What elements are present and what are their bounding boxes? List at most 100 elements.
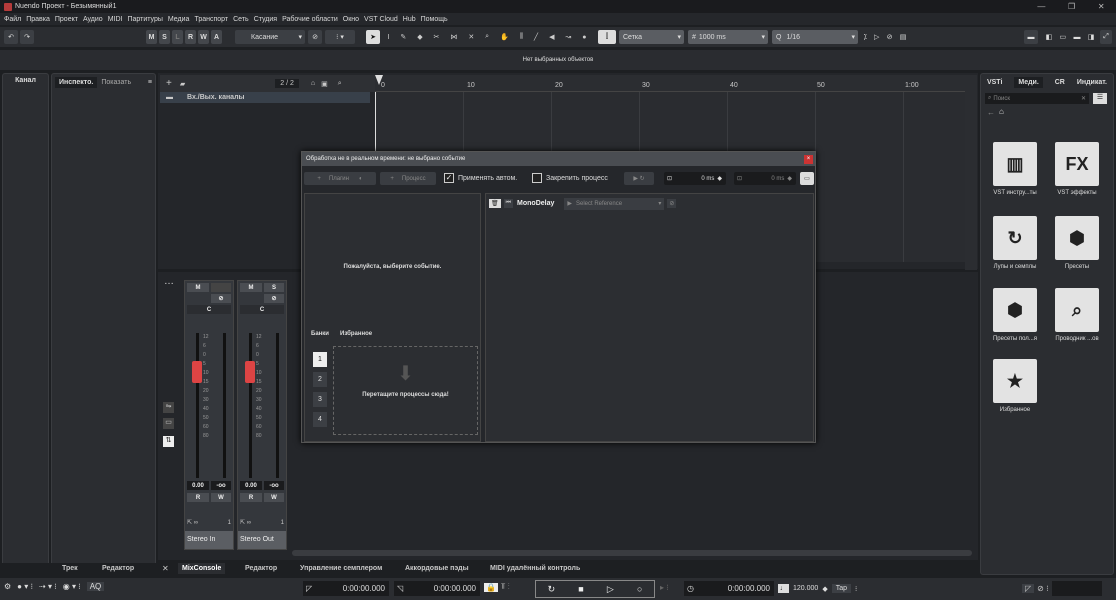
menu-item[interactable]: Рабочие области (282, 16, 338, 23)
bank-button-1[interactable]: 1 (313, 352, 327, 367)
timeline-ruler[interactable]: 0 10 20 30 40 50 1:00 (375, 75, 965, 92)
home-icon[interactable]: ⌂ (999, 107, 1004, 116)
menu-item[interactable]: Аудио (83, 16, 103, 23)
right-zone-icon[interactable]: ◨ (1088, 33, 1095, 41)
cycle-mode-icon[interactable]: ⇢ ▾ ⁝ (39, 582, 57, 591)
add-track-icon[interactable]: + (166, 78, 172, 89)
tempo-value[interactable]: 120.000 (793, 585, 818, 592)
tempo-track-icon[interactable]: ♩ (778, 584, 789, 593)
clear-icon[interactable]: ⊘ (667, 199, 677, 208)
color-icon[interactable]: ● (582, 34, 586, 41)
pan-control[interactable]: C (187, 305, 231, 314)
settings-icon[interactable]: ⚙ (4, 582, 11, 591)
media-item-user-presets[interactable]: ⬢ Пресеты пол...я (985, 288, 1045, 342)
menu-item[interactable]: Проект (55, 16, 78, 23)
comp-tool-icon[interactable]: ⫼ (520, 33, 523, 41)
zoom-tool-icon[interactable]: ⌕ (485, 33, 489, 41)
inspector-tab[interactable]: Инспекто. (55, 76, 98, 88)
menu-icon[interactable]: ≡ (148, 79, 152, 86)
peak-value[interactable]: -oo (211, 481, 231, 490)
snap-toggle-icon[interactable]: ⫿ (598, 30, 616, 44)
line-tool-icon[interactable]: ╱ (534, 33, 538, 41)
close-icon[interactable]: × (804, 155, 813, 164)
strip-name[interactable]: Stereo In (185, 531, 233, 549)
track-settings-icon[interactable]: ⌂ (311, 80, 315, 87)
apply-auto-option[interactable]: ✓ Применять автом. (444, 173, 517, 183)
sync-icon[interactable]: ⊘ ⁝ (1037, 584, 1048, 593)
expand-icon[interactable]: ⤢ (1100, 30, 1112, 44)
tab-vsti[interactable]: VSTi (987, 79, 1002, 86)
write-mode-button[interactable]: W (198, 30, 209, 44)
minimize-icon[interactable]: — (1037, 2, 1045, 11)
transport-zone-icon[interactable]: ▬ (1073, 34, 1080, 41)
bypass-icon[interactable]: ⊘ (264, 294, 284, 303)
menu-item[interactable]: Партитуры (127, 16, 162, 23)
menu-item[interactable]: Помощь (421, 16, 448, 23)
bypass-plugin-icon[interactable]: ⏮ (503, 199, 514, 208)
play-tool-icon[interactable]: ◀ (549, 33, 554, 41)
setup-icon[interactable]: ▬ (1024, 30, 1038, 44)
search-field[interactable]: ⌕ Поиск ✕ (985, 93, 1089, 104)
track-row[interactable]: ▬ Вх./Вых. каналы (160, 92, 370, 103)
mixer-scrollbar[interactable] (292, 550, 972, 556)
warp-tool-icon[interactable]: ↝ (565, 33, 571, 41)
vertical-zoom[interactable] (965, 75, 977, 270)
mute-mode-button[interactable]: M (146, 30, 157, 44)
cycle-icon[interactable]: ↻ (548, 584, 556, 595)
media-item-presets[interactable]: ⬢ Пресеты (1047, 216, 1107, 270)
solo-button[interactable]: S (264, 283, 284, 292)
post-roll-field[interactable]: ⊡ 0 ms ◆ (734, 172, 796, 185)
tab-cr[interactable]: CR (1055, 79, 1065, 86)
quantize-select[interactable]: Q 1/16 ▾ (772, 30, 858, 44)
mute-button[interactable]: M (187, 283, 209, 292)
solo-mode-button[interactable]: S (159, 30, 170, 44)
quantize-preset-icon[interactable]: ▷ (874, 33, 879, 41)
process-drop-area[interactable]: ⬇ Перетащите процессы сюда! (333, 346, 478, 435)
redo-icon[interactable]: ↷ (20, 30, 34, 44)
reference-select[interactable]: ▶ Select Reference ▾ (564, 197, 665, 210)
media-item-loops[interactable]: ↻ Лупы и семплы (985, 216, 1045, 270)
read-button[interactable]: R (187, 493, 209, 502)
volume-value[interactable]: 0.00 (240, 481, 262, 490)
split-tool-icon[interactable]: ✂ (434, 33, 440, 41)
record-icon[interactable]: ○ (637, 584, 642, 594)
metronome-icon[interactable]: ▸ ⁝ (660, 583, 669, 592)
search-icon[interactable]: ⌕ (338, 80, 342, 88)
strip-name[interactable]: Stereo Out (238, 531, 286, 549)
write-button[interactable]: W (264, 493, 284, 502)
menu-item[interactable]: Файл (4, 16, 21, 23)
list-view-icon[interactable]: ☰ (1093, 93, 1107, 104)
tab-mixconsole[interactable]: MixConsole (178, 563, 226, 574)
routing-icon[interactable]: ⇋ (163, 402, 174, 413)
window-layout-icon[interactable]: ▤ (900, 33, 907, 41)
tempo-stepper-icon[interactable]: ◆ (822, 585, 827, 593)
menu-item[interactable]: MIDI (108, 16, 123, 23)
play-icon[interactable]: ▷ (607, 584, 614, 595)
iterative-icon[interactable]: ⊘ (887, 33, 893, 41)
tab-chord-pads[interactable]: Аккордовые пэды (405, 565, 469, 572)
menu-item[interactable]: Транспорт (194, 16, 228, 23)
pan-control[interactable]: C (240, 305, 284, 314)
write-button[interactable]: W (211, 493, 231, 502)
menu-item[interactable]: Окно (343, 16, 359, 23)
media-item-vst-instruments[interactable]: ▥ VST инстру...ты (985, 142, 1045, 196)
lock-process-option[interactable]: Закрепить процесс (532, 173, 608, 183)
left-zone-icon[interactable]: ◧ (1046, 33, 1053, 41)
track-view-icon[interactable]: ▣ (321, 80, 328, 88)
tab-track[interactable]: Трек (62, 565, 78, 572)
input-icon[interactable]: ⇱ ∞ (187, 519, 198, 526)
quantize-apply-icon[interactable]: ⁒ (864, 33, 867, 41)
preview-play-icon[interactable]: ▶ ↻ (624, 172, 654, 185)
grid-select[interactable]: #1000 ms ▾ (688, 30, 768, 44)
pre-roll-field[interactable]: ⊡ 0 ms ◆ (664, 172, 726, 185)
tempo-menu-icon[interactable]: ⁝ (855, 585, 857, 593)
auto-scroll-icon[interactable]: ⊘ (308, 30, 322, 44)
bank-button-3[interactable]: 3 (313, 392, 327, 407)
folder-icon[interactable]: ▰ (180, 80, 185, 88)
tab-editor-left[interactable]: Редактор (102, 565, 134, 572)
menu-item[interactable]: Правка (26, 16, 50, 23)
media-item-browser[interactable]: ⌕ Проводник ...ов (1047, 288, 1107, 342)
hand-tool-icon[interactable]: ✋ (500, 33, 509, 41)
back-icon[interactable]: ← (987, 108, 995, 117)
lower-zone-icon[interactable]: ▭ (1060, 33, 1067, 41)
